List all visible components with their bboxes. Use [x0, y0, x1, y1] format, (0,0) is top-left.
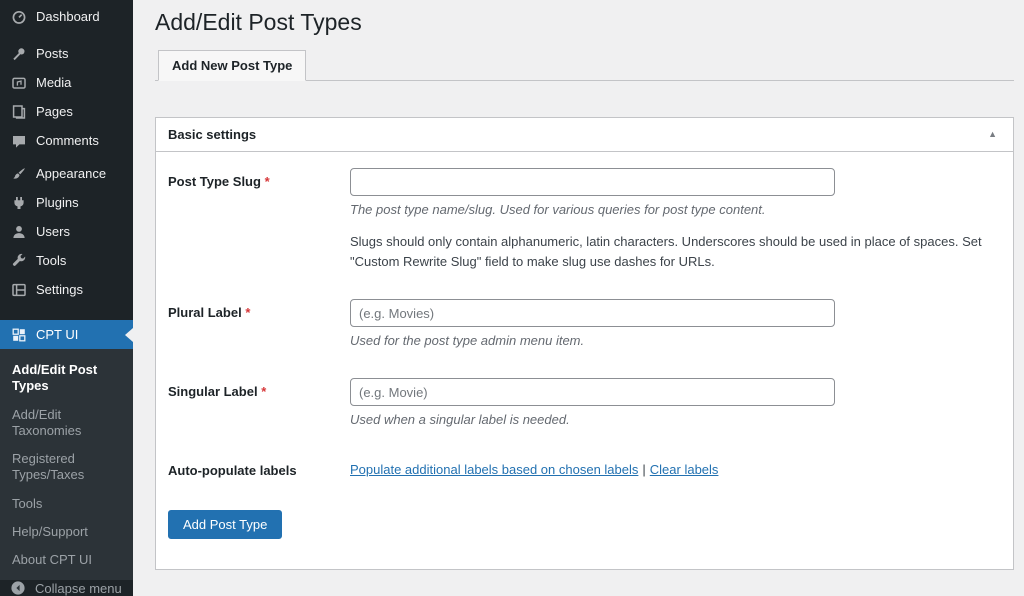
plugin-icon	[10, 194, 27, 211]
media-icon	[10, 74, 27, 91]
submenu-item-tools[interactable]: Tools	[0, 490, 133, 518]
pages-icon	[10, 103, 27, 120]
singular-label-input[interactable]	[350, 378, 835, 406]
paintbrush-icon	[10, 165, 27, 182]
comment-icon	[10, 132, 27, 149]
sidebar-item-label: Tools	[36, 253, 66, 268]
panel-title: Basic settings	[168, 127, 256, 142]
post-type-slug-help: The post type name/slug. Used for variou…	[350, 201, 1001, 219]
post-type-slug-field: The post type name/slug. Used for variou…	[350, 168, 1001, 271]
panel-collapse-toggle[interactable]: ▲	[984, 128, 1001, 141]
sidebar-item-dashboard[interactable]: Dashboard	[0, 2, 133, 31]
sidebar-item-label: Pages	[36, 104, 73, 119]
plural-label-input[interactable]	[350, 299, 835, 327]
add-post-type-button[interactable]: Add Post Type	[168, 510, 282, 539]
pushpin-icon	[10, 45, 27, 62]
required-marker: *	[265, 174, 270, 189]
auto-populate-links: Populate additional labels based on chos…	[350, 457, 1001, 480]
submenu-item-help-support[interactable]: Help/Support	[0, 518, 133, 546]
singular-label-help: Used when a singular label is needed.	[350, 411, 1001, 429]
post-type-slug-label: Post Type Slug *	[168, 168, 350, 271]
sidebar-item-label: Posts	[36, 46, 69, 61]
populate-labels-link[interactable]: Populate additional labels based on chos…	[350, 462, 638, 477]
sidebar-item-posts[interactable]: Posts	[0, 39, 133, 68]
plural-label-label: Plural Label *	[168, 299, 350, 350]
required-marker: *	[261, 384, 266, 399]
singular-label-label: Singular Label *	[168, 378, 350, 429]
submenu-item-registered-types-taxes[interactable]: Registered Types/Taxes	[0, 445, 133, 490]
required-marker: *	[245, 305, 250, 320]
auto-populate-label: Auto-populate labels	[168, 457, 350, 480]
forms-icon	[10, 326, 27, 343]
page-title: Add/Edit Post Types	[155, 8, 1014, 38]
settings-icon	[10, 281, 27, 298]
tab-bar: Add New Post Type	[155, 50, 1014, 81]
sidebar-item-label: CPT UI	[36, 327, 78, 342]
sidebar-item-comments[interactable]: Comments	[0, 126, 133, 155]
dashboard-icon	[10, 8, 27, 25]
sidebar-item-label: Media	[36, 75, 71, 90]
submenu-item-add-edit-taxonomies[interactable]: Add/Edit Taxonomies	[0, 401, 133, 446]
post-type-slug-row: Post Type Slug * The post type name/slug…	[168, 168, 1001, 271]
basic-settings-header: Basic settings ▲	[156, 118, 1013, 152]
sidebar-item-label: Settings	[36, 282, 83, 297]
post-type-slug-description: Slugs should only contain alphanumeric, …	[350, 232, 998, 271]
cpt-ui-submenu: Add/Edit Post Types Add/Edit Taxonomies …	[0, 349, 133, 580]
singular-label-field: Used when a singular label is needed.	[350, 378, 1001, 429]
admin-menu: Dashboard Posts Media Pages Comments	[0, 0, 133, 349]
sidebar-item-label: Comments	[36, 133, 99, 148]
tab-add-new-post-type[interactable]: Add New Post Type	[158, 50, 306, 81]
clear-labels-link[interactable]: Clear labels	[650, 462, 719, 477]
sidebar-item-media[interactable]: Media	[0, 68, 133, 97]
admin-content: Add/Edit Post Types Add New Post Type Ba…	[133, 0, 1024, 550]
collapse-menu-label: Collapse menu	[35, 581, 122, 596]
submenu-item-add-edit-post-types[interactable]: Add/Edit Post Types	[0, 356, 133, 401]
sidebar-item-users[interactable]: Users	[0, 217, 133, 246]
panel-body: Post Type Slug * The post type name/slug…	[156, 152, 1013, 569]
post-type-slug-input[interactable]	[350, 168, 835, 196]
sidebar-item-appearance[interactable]: Appearance	[0, 159, 133, 188]
sidebar-item-pages[interactable]: Pages	[0, 97, 133, 126]
plural-label-help: Used for the post type admin menu item.	[350, 332, 1001, 350]
sidebar-item-label: Appearance	[36, 166, 106, 181]
sidebar-item-tools[interactable]: Tools	[0, 246, 133, 275]
singular-label-row: Singular Label * Used when a singular la…	[168, 378, 1001, 429]
sidebar-item-plugins[interactable]: Plugins	[0, 188, 133, 217]
collapse-arrow-icon	[10, 580, 26, 596]
collapse-menu-button[interactable]: Collapse menu	[0, 580, 133, 596]
plural-label-field: Used for the post type admin menu item.	[350, 299, 1001, 350]
basic-settings-panel: Basic settings ▲ Post Type Slug * The po…	[155, 117, 1014, 570]
sidebar-item-settings[interactable]: Settings	[0, 275, 133, 304]
link-separator: |	[642, 462, 645, 477]
admin-sidebar: Dashboard Posts Media Pages Comments	[0, 0, 133, 550]
sidebar-item-cpt-ui[interactable]: CPT UI	[0, 320, 133, 349]
triangle-up-icon: ▲	[988, 129, 997, 139]
user-icon	[10, 223, 27, 240]
plural-label-row: Plural Label * Used for the post type ad…	[168, 299, 1001, 350]
wrench-icon	[10, 252, 27, 269]
sidebar-item-label: Dashboard	[36, 9, 100, 24]
auto-populate-row: Auto-populate labels Populate additional…	[168, 457, 1001, 480]
submenu-item-about-cpt-ui[interactable]: About CPT UI	[0, 546, 133, 574]
sidebar-item-label: Users	[36, 224, 70, 239]
sidebar-item-label: Plugins	[36, 195, 79, 210]
